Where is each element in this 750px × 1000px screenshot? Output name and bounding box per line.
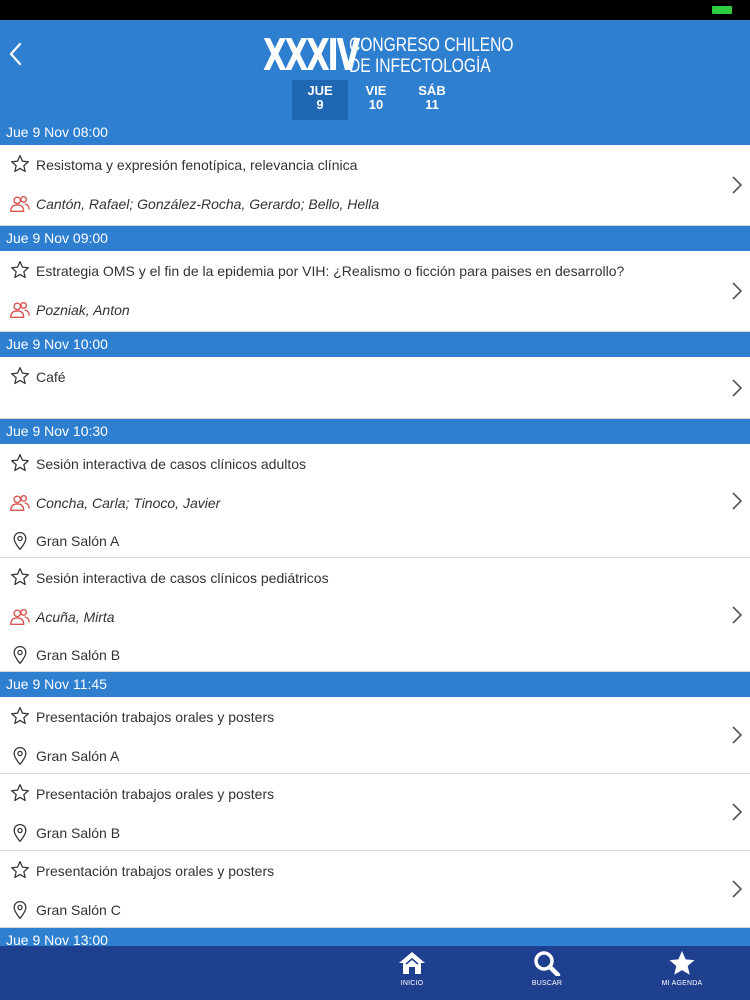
section-header: Jue 9 Nov 13:00 [0,928,750,946]
session-title: Estrategia OMS y el fin de la epidemia p… [36,263,625,279]
app-header: XXXIV CONGRESO CHILENO DE INFECTOLOGÍA J… [0,20,750,120]
session-location: Gran Salón B [36,647,121,663]
speakers-icon [10,608,30,626]
location-pin-icon [13,901,27,920]
tab-day-number: 11 [425,97,439,112]
chevron-right-icon[interactable] [730,281,744,301]
tab-mi-agenda[interactable]: MI AGENDA [652,950,712,987]
chevron-right-icon[interactable] [730,378,744,398]
session-title: Sesión interactiva de casos clínicos adu… [36,456,307,472]
session-title: Presentación trabajos orales y posters [36,863,275,879]
section-header: Jue 9 Nov 10:00 [0,332,750,357]
location-pin-icon [13,824,27,843]
session-location: Gran Salón A [36,533,120,549]
battery-icon [712,6,732,14]
agenda-item[interactable]: Café [0,357,750,419]
chevron-right-icon[interactable] [730,175,744,195]
location-pin-icon [13,532,27,551]
star-outline-icon[interactable] [9,453,31,473]
session-location: Gran Salón C [36,902,121,918]
star-outline-icon[interactable] [9,860,31,880]
tab-label: INICIO [400,980,424,987]
chevron-right-icon[interactable] [730,491,744,511]
agenda-item[interactable]: Presentación trabajos orales y posters G… [0,851,750,928]
agenda-item[interactable]: Sesión interactiva de casos clínicos ped… [0,558,750,672]
tab-label: BUSCAR [531,980,563,987]
session-speakers: Cantón, Rafael; González-Rocha, Gerardo;… [36,196,380,212]
star-outline-icon[interactable] [9,567,31,587]
chevron-right-icon[interactable] [730,605,744,625]
tab-day-label: SÁB [418,83,446,98]
back-icon[interactable] [6,40,26,68]
tab-day-label: JUE [307,83,333,98]
speakers-icon [10,195,30,213]
star-icon [669,951,695,975]
tab-day-number: 10 [368,97,384,112]
agenda-item[interactable]: Resistoma y expresión fenotípica, releva… [0,145,750,226]
chevron-right-icon[interactable] [730,802,744,822]
logo-number: XXXIV [263,30,360,81]
section-header: Jue 9 Nov 10:30 [0,419,750,444]
session-location: Gran Salón B [36,825,121,841]
tab-day-label: VIE [365,83,387,98]
chevron-right-icon[interactable] [730,879,744,899]
session-title: Café [36,369,66,385]
section-header: Jue 9 Nov 11:45 [0,672,750,697]
star-outline-icon[interactable] [9,366,31,386]
location-pin-icon [13,747,27,766]
tab-jue[interactable]: JUE 9 [292,80,348,120]
congress-logo: XXXIV CONGRESO CHILENO DE INFECTOLOGÍA [263,32,550,80]
tab-inicio[interactable]: INICIO [382,950,442,987]
session-location: Gran Salón A [36,748,120,764]
logo-line2: DE INFECTOLOGÍA [349,56,491,77]
home-icon [399,952,425,974]
session-speakers: Pozniak, Anton [36,302,130,318]
agenda-item[interactable]: Estrategia OMS y el fin de la epidemia p… [0,251,750,332]
day-tabs: JUE 9 VIE 10 SÁB 11 [292,80,460,120]
tab-sab[interactable]: SÁB 11 [404,80,460,120]
session-title: Presentación trabajos orales y posters [36,786,275,802]
agenda-item[interactable]: Presentación trabajos orales y posters G… [0,774,750,851]
search-icon [534,951,561,976]
star-outline-icon[interactable] [9,260,31,280]
status-bar [0,0,750,20]
tab-buscar[interactable]: BUSCAR [517,950,577,987]
star-outline-icon[interactable] [9,783,31,803]
session-title: Resistoma y expresión fenotípica, releva… [36,157,358,173]
location-pin-icon [13,646,27,665]
agenda-item[interactable]: Presentación trabajos orales y posters G… [0,697,750,774]
tab-day-number: 9 [316,97,324,112]
speakers-icon [10,494,30,512]
chevron-right-icon[interactable] [730,725,744,745]
tab-label: MI AGENDA [661,980,703,987]
session-title: Sesión interactiva de casos clínicos ped… [36,570,329,586]
section-header: Jue 9 Nov 09:00 [0,226,750,251]
session-title: Presentación trabajos orales y posters [36,709,275,725]
logo-text: CONGRESO CHILENO DE INFECTOLOGÍA [349,35,550,77]
agenda-item[interactable]: Sesión interactiva de casos clínicos adu… [0,444,750,558]
session-speakers: Acuña, Mirta [36,609,115,625]
section-header: Jue 9 Nov 08:00 [0,120,750,145]
star-outline-icon[interactable] [9,706,31,726]
logo-line1: CONGRESO CHILENO [349,35,514,56]
star-outline-icon[interactable] [9,154,31,174]
session-speakers: Concha, Carla; Tinoco, Javier [36,495,221,511]
agenda-list[interactable]: Jue 9 Nov 08:00 Resistoma y expresión fe… [0,120,750,946]
bottom-tab-bar: INICIO BUSCAR MI AGENDA [0,946,750,1000]
tab-vie[interactable]: VIE 10 [348,80,404,120]
speakers-icon [10,301,30,319]
